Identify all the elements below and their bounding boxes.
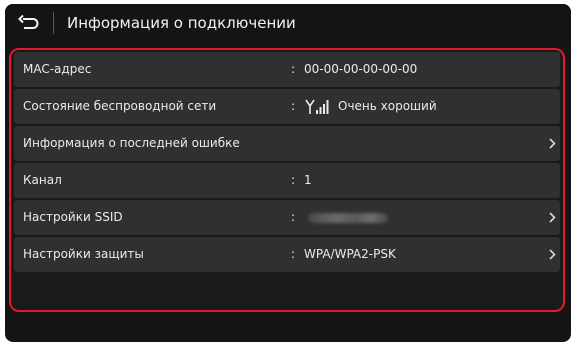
- row-security-settings[interactable]: Настройки защиты : WPA/WPA2-PSK: [14, 237, 560, 272]
- channel-label: Канал: [23, 173, 62, 187]
- security-settings-label: Настройки защиты: [23, 247, 144, 261]
- channel-value: 1: [304, 173, 312, 187]
- chevron-right-icon: [546, 200, 558, 235]
- back-arrow-icon: [18, 14, 39, 29]
- wireless-status-label: Состояние беспроводной сети: [23, 99, 217, 113]
- ssid-settings-colon: :: [291, 210, 296, 224]
- back-button[interactable]: [5, 4, 53, 42]
- wireless-status-value: Очень хороший: [338, 99, 437, 113]
- header-bar: Информация о подключении: [5, 4, 571, 42]
- header-divider: [53, 12, 54, 34]
- ssid-value-obscured: [308, 213, 388, 223]
- chevron-right-icon: [546, 126, 558, 161]
- page-title: Информация о подключении: [67, 14, 296, 32]
- signal-strength-icon: [305, 99, 329, 114]
- connection-info-list: MAC-адрес : 00-00-00-00-00-00 Состояние …: [9, 48, 565, 312]
- channel-colon: :: [291, 173, 296, 187]
- security-settings-colon: :: [291, 247, 296, 261]
- ssid-settings-label: Настройки SSID: [23, 210, 123, 224]
- security-settings-value: WPA/WPA2-PSK: [304, 247, 396, 261]
- mac-address-label: MAC-адрес: [23, 62, 92, 76]
- row-mac-address: MAC-адрес : 00-00-00-00-00-00: [14, 52, 560, 87]
- row-wireless-status: Состояние беспроводной сети : Очень хоро…: [14, 89, 560, 124]
- last-error-info-label: Информация о последней ошибке: [23, 136, 240, 150]
- row-ssid-settings[interactable]: Настройки SSID :: [14, 200, 560, 235]
- device-screen: Информация о подключении MAC-адрес : 00-…: [5, 4, 571, 342]
- mac-address-value: 00-00-00-00-00-00: [304, 62, 418, 76]
- row-last-error-info[interactable]: Информация о последней ошибке: [14, 126, 560, 161]
- row-channel: Канал : 1: [14, 163, 560, 198]
- mac-address-colon: :: [291, 62, 296, 76]
- wireless-status-colon: :: [291, 99, 296, 113]
- chevron-right-icon: [546, 237, 558, 272]
